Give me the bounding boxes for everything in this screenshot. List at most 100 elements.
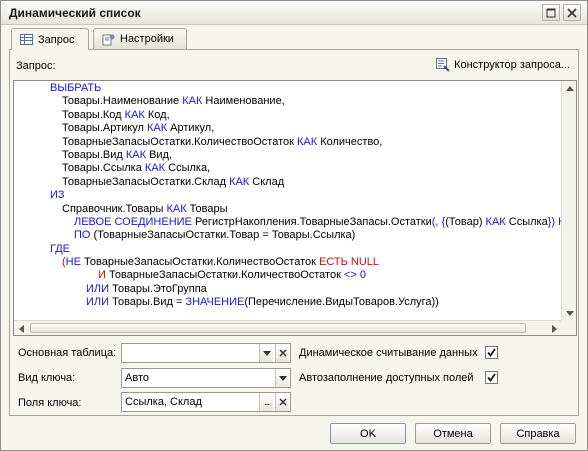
arrow-right-icon bbox=[552, 324, 557, 333]
clear-icon bbox=[278, 349, 287, 357]
query-line: ГДЕ bbox=[14, 243, 562, 256]
query-line: ПО (ТоварныеЗапасыОстатки.Товар = Товары… bbox=[14, 229, 562, 242]
window-title: Динамический список bbox=[9, 6, 141, 20]
query-constructor-button[interactable]: Конструктор запроса... bbox=[436, 58, 570, 72]
query-text: ТоварныеЗапасыОстатки.КоличествоОстаток bbox=[105, 269, 344, 282]
query-text: Товары.Артикул bbox=[62, 122, 147, 135]
query-text: Товары.Ссылка bbox=[62, 162, 145, 175]
tab-settings-label: Настройки bbox=[120, 33, 174, 45]
query-tab-panel: Запрос: Конструктор запроса... ВЫБРАТЬ То… bbox=[9, 49, 579, 416]
query-line: Справочник.Товары КАК Товары bbox=[14, 203, 562, 216]
query-line: (НЕ ТоварныеЗапасыОстатки.КоличествоОста… bbox=[14, 256, 562, 269]
query-keyword: КАК bbox=[125, 148, 147, 161]
key-fields-select-button[interactable]: ... bbox=[259, 393, 273, 411]
key-fields-clear-button[interactable] bbox=[275, 393, 289, 411]
cancel-button[interactable]: Отмена bbox=[415, 423, 491, 444]
query-text: ТоварныеЗапасыОстатки.КоличествоОстаток bbox=[62, 135, 297, 148]
query-keyword: КАК bbox=[166, 202, 187, 215]
query-text: ТоварныеЗапасыОстатки.КоличествоОстаток bbox=[80, 256, 319, 269]
key-fields-input[interactable]: Ссылка, Склад ... bbox=[121, 392, 291, 412]
chevron-down-icon bbox=[278, 375, 287, 381]
query-line: Товары.Код КАК Код, bbox=[14, 109, 562, 122]
query-keyword: ИЛИ bbox=[86, 282, 110, 295]
maximize-button[interactable] bbox=[542, 4, 560, 21]
table-icon bbox=[20, 34, 33, 45]
dynamic-list-dialog: Динамический список Запрос Настройки Зап… bbox=[0, 0, 588, 451]
main-table-input[interactable] bbox=[121, 343, 291, 363]
close-icon bbox=[567, 7, 577, 18]
query-keyword: КАК bbox=[182, 95, 203, 108]
query-constructor-label: Конструктор запроса... bbox=[454, 59, 570, 71]
query-keyword: ЗНАЧЕНИЕ bbox=[185, 296, 245, 309]
settings-icon bbox=[102, 34, 115, 45]
clear-icon bbox=[278, 398, 287, 406]
chevron-down-icon bbox=[262, 350, 271, 356]
dynamic-read-checkbox[interactable] bbox=[485, 346, 498, 359]
main-table-label: Основная таблица: bbox=[18, 347, 117, 359]
arrow-up-icon bbox=[565, 86, 574, 91]
arrow-down-icon bbox=[565, 311, 574, 316]
autofill-checkbox[interactable] bbox=[485, 371, 498, 384]
query-line: Товары.Ссылка КАК Ссылка, bbox=[14, 162, 562, 175]
help-button[interactable]: Справка bbox=[500, 423, 576, 444]
horizontal-scrollbar[interactable] bbox=[14, 320, 562, 335]
query-keyword: ИЗ bbox=[50, 189, 65, 202]
query-text: (ТоварныеЗапасыОстатки.Товар = Товары.Сс… bbox=[90, 229, 356, 242]
query-keyword: КАК bbox=[146, 122, 168, 135]
scroll-right-button[interactable] bbox=[547, 321, 562, 335]
query-line: ЛЕВОЕ СОЕДИНЕНИЕ РегистрНакопления.Товар… bbox=[14, 216, 562, 229]
ok-button[interactable]: OK bbox=[330, 423, 406, 444]
main-table-clear-button[interactable] bbox=[275, 344, 289, 362]
scroll-left-button[interactable] bbox=[14, 321, 29, 335]
query-keyword: }) bbox=[547, 215, 556, 228]
query-keyword: НЕ bbox=[65, 256, 81, 269]
tab-settings[interactable]: Настройки bbox=[93, 28, 187, 49]
query-text-editor[interactable]: ВЫБРАТЬ Товары.Наименование КАК Наименова… bbox=[13, 80, 577, 336]
query-keyword: ЛЕВОЕ СОЕДИНЕНИЕ bbox=[74, 215, 192, 228]
query-label: Запрос: bbox=[16, 60, 56, 72]
query-line: Товары.Артикул КАК Артикул, bbox=[14, 122, 562, 135]
key-type-label: Вид ключа: bbox=[18, 372, 76, 384]
scroll-up-button[interactable] bbox=[562, 81, 576, 96]
query-text: Товары.ЭтоГруппа bbox=[109, 282, 207, 295]
query-text: Склад bbox=[249, 175, 285, 188]
main-table-dropdown-button[interactable] bbox=[259, 344, 273, 362]
tab-query[interactable]: Запрос bbox=[11, 28, 89, 50]
query-line: ИЛИ Товары.Вид = ЗНАЧЕНИЕ(Перечисление.В… bbox=[14, 296, 562, 309]
dynamic-read-label: Динамическое считывание данных bbox=[299, 347, 478, 359]
horizontal-scroll-thumb[interactable] bbox=[30, 323, 526, 333]
key-type-dropdown-button[interactable] bbox=[275, 369, 289, 387]
key-fields-value: Ссылка, Склад bbox=[125, 396, 202, 408]
query-keyword: КАК bbox=[485, 215, 506, 228]
maximize-icon bbox=[546, 8, 556, 17]
query-keyword: КАК bbox=[124, 108, 145, 121]
query-line: ТоварныеЗапасыОстатки.Склад КАК Склад bbox=[14, 176, 562, 189]
query-code[interactable]: ВЫБРАТЬ Товары.Наименование КАК Наименова… bbox=[14, 81, 562, 321]
arrow-left-icon bbox=[19, 324, 24, 333]
autofill-label: Автозаполнение доступных полей bbox=[299, 372, 474, 384]
query-keyword: ИЛИ bbox=[86, 296, 110, 309]
query-keyword: ВЫБРАТЬ bbox=[50, 82, 102, 94]
tab-query-label: Запрос bbox=[38, 33, 75, 46]
query-text: Вид, bbox=[146, 148, 173, 161]
query-text: Товары.Код bbox=[62, 108, 125, 121]
vertical-scrollbar[interactable] bbox=[561, 81, 576, 321]
tab-strip: Запрос Настройки bbox=[9, 28, 579, 50]
checkmark-icon bbox=[487, 373, 496, 382]
checkmark-icon bbox=[487, 348, 496, 357]
query-text: Товары bbox=[186, 202, 228, 215]
scroll-down-button[interactable] bbox=[562, 306, 576, 321]
query-text: (Перечисление.ВидыТоваров.Услуга)) bbox=[244, 296, 439, 309]
query-operator: И bbox=[98, 269, 106, 282]
query-text: Код, bbox=[144, 108, 170, 121]
ellipsis-icon: ... bbox=[263, 396, 270, 408]
key-type-select[interactable]: Авто bbox=[121, 368, 291, 388]
close-button[interactable] bbox=[563, 4, 581, 21]
query-keyword: КАК bbox=[229, 175, 250, 188]
query-keyword: <> 0 bbox=[343, 269, 366, 282]
query-keyword: ГДЕ bbox=[50, 242, 71, 255]
query-text: Товары.Вид bbox=[62, 148, 126, 161]
query-keyword: ПО bbox=[74, 229, 91, 242]
title-bar: Динамический список bbox=[1, 1, 587, 25]
query-text: Ссылка bbox=[505, 215, 548, 228]
